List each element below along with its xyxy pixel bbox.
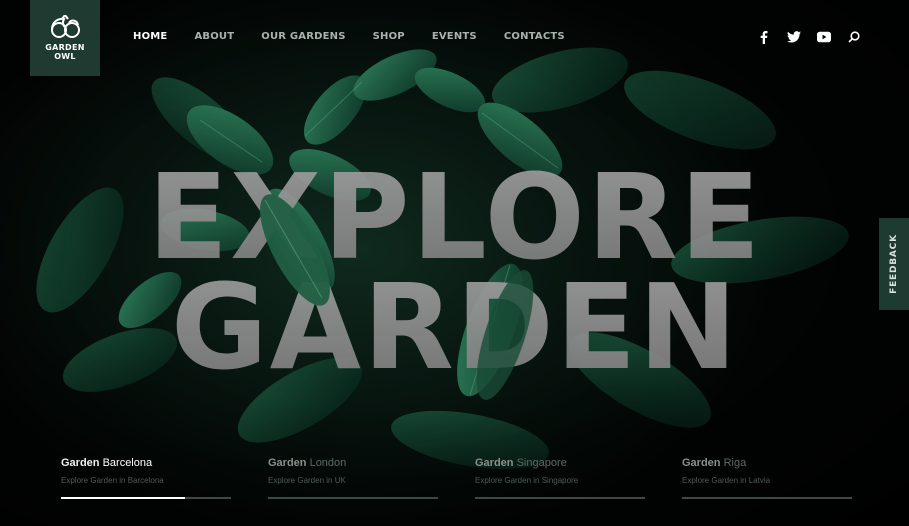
slide-subtitle: Explore Garden in UK <box>268 476 346 485</box>
slide-progress-bar <box>682 497 852 499</box>
nav-item-events[interactable]: EVENTS <box>432 31 477 42</box>
slide-item-london[interactable]: Garden London Explore Garden in UK <box>268 457 438 499</box>
slide-item-barcelona[interactable]: Garden Barcelona Explore Garden in Barce… <box>61 457 231 499</box>
slide-title-strong: Garden <box>268 457 307 469</box>
feedback-label: FEEDBACK <box>889 234 899 294</box>
nav-item-shop[interactable]: SHOP <box>373 31 405 42</box>
facebook-icon[interactable] <box>757 30 771 44</box>
slide-subtitle: Explore Garden in Latvia <box>682 476 771 485</box>
twitter-icon[interactable] <box>787 30 801 44</box>
brand-name-line2: OWL <box>54 52 76 61</box>
feedback-tab[interactable]: FEEDBACK <box>879 218 909 310</box>
slide-progress-bar <box>61 497 231 499</box>
slide-subtitle: Explore Garden in Singapore <box>475 476 579 485</box>
slide-title-light: Barcelona <box>99 457 153 469</box>
nav-item-contacts[interactable]: CONTACTS <box>504 31 565 42</box>
hero-background <box>0 0 909 526</box>
nav-item-our-gardens[interactable]: OUR GARDENS <box>261 31 345 42</box>
leaves-background-image <box>0 0 909 526</box>
slide-subtitle: Explore Garden in Barcelona <box>61 476 164 485</box>
brand-name-line1: GARDEN <box>45 43 85 52</box>
slide-progress-fill <box>61 497 186 499</box>
slide-item-riga[interactable]: Garden Riga Explore Garden in Latvia <box>682 457 852 499</box>
slide-item-singapore[interactable]: Garden Singapore Explore Garden in Singa… <box>475 457 645 499</box>
slide-title-strong: Garden <box>475 457 514 469</box>
social-links <box>757 30 877 44</box>
slide-title-light: Singapore <box>513 457 567 469</box>
owl-leaf-icon <box>51 15 80 38</box>
garden-slider-nav: Garden Barcelona Explore Garden in Barce… <box>61 457 852 507</box>
nav-item-home[interactable]: HOME <box>133 31 167 42</box>
slide-progress-bar <box>268 497 438 499</box>
slide-title-strong: Garden <box>61 457 100 469</box>
garden-owl-logo[interactable]: GARDEN OWL <box>30 0 100 76</box>
nav-item-about[interactable]: ABOUT <box>194 31 234 42</box>
main-nav: HOME ABOUT OUR GARDENS SHOP EVENTS CONTA… <box>133 31 592 42</box>
slide-title-light: Riga <box>720 457 747 469</box>
youtube-icon[interactable] <box>817 30 831 44</box>
slide-title-strong: Garden <box>682 457 721 469</box>
slide-progress-bar <box>475 497 645 499</box>
slide-title-light: London <box>306 457 347 469</box>
search-icon[interactable] <box>847 30 861 44</box>
